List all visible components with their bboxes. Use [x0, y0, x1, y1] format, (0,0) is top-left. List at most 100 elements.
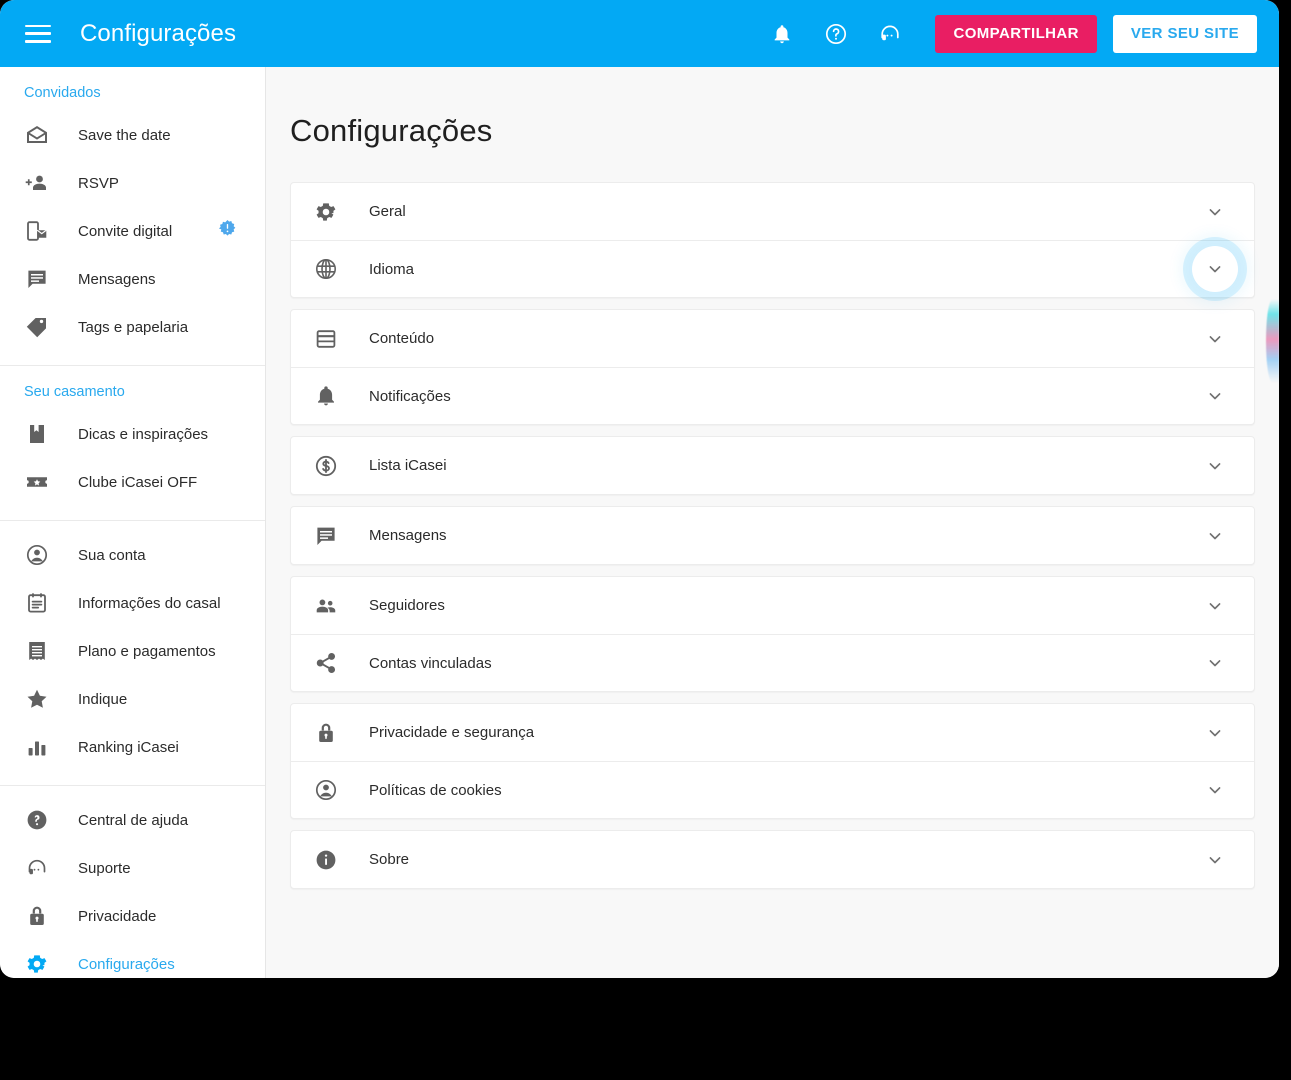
help-circle-icon[interactable]: [816, 14, 856, 54]
expand-privacidade-e-seguran-a-chevron-down-icon[interactable]: [1204, 722, 1226, 744]
settings-row-privacidade-e-seguran-a[interactable]: Privacidade e segurança: [291, 704, 1254, 761]
sidebar: Convidados Save the date RSVP Convite digit…: [0, 67, 266, 978]
settings-row-conte-do[interactable]: Conteúdo: [291, 310, 1254, 367]
share-button[interactable]: COMPARTILHAR: [935, 14, 1097, 53]
hamburger-menu-icon[interactable]: [25, 24, 51, 43]
expand-idioma-chevron-down-icon[interactable]: [1192, 246, 1238, 292]
sidebar-item-label: Dicas e inspirações: [78, 425, 209, 443]
account-circle-icon: [24, 542, 50, 568]
receipt-icon: [24, 638, 50, 664]
expand-conte-do-chevron-down-icon[interactable]: [1204, 328, 1226, 350]
settings-row-idioma[interactable]: Idioma: [291, 240, 1254, 297]
sidebar-item-central-de-ajuda[interactable]: Central de ajuda: [0, 796, 265, 844]
sidebar-item-save-the-date[interactable]: Save the date: [0, 111, 265, 159]
sidebar-item-suporte[interactable]: Suporte: [0, 844, 265, 892]
sidebar-item-sua-conta[interactable]: Sua conta: [0, 531, 265, 579]
sidebar-item-indique[interactable]: Indique: [0, 675, 265, 723]
sidebar-item-mensagens[interactable]: Mensagens: [0, 255, 265, 303]
settings-row-label: Contas vinculadas: [369, 654, 492, 672]
view-site-button[interactable]: VER SEU SITE: [1112, 14, 1257, 53]
expand-geral-chevron-down-icon[interactable]: [1204, 201, 1226, 223]
contact-card-icon: [24, 590, 50, 616]
sidebar-group-2: Sua conta Informações do casal Plano e pag…: [0, 521, 265, 786]
sidebar-item-label: Save the date: [78, 126, 171, 144]
lock-icon: [24, 903, 50, 929]
sidebar-item-label: Sua conta: [78, 546, 146, 564]
account-circle-icon: [313, 777, 339, 803]
sidebar-item-label: Mensagens: [78, 270, 156, 288]
settings-card-list: Geral Idioma Conteúdo Notificações Lista iCa…: [290, 182, 1255, 889]
sidebar-group-3: Central de ajuda Suporte Privacidade Config…: [0, 786, 265, 978]
settings-card: Lista iCasei: [290, 436, 1255, 495]
sidebar-item-privacidade[interactable]: Privacidade: [0, 892, 265, 940]
settings-card: Conteúdo Notificações: [290, 309, 1255, 425]
bar-chart-icon: [24, 734, 50, 760]
main-content: Configurações Geral Idioma Conteúdo Notific…: [266, 67, 1279, 978]
share-nodes-icon: [313, 650, 339, 676]
notifications-bell-icon[interactable]: [762, 14, 802, 54]
lock-icon: [313, 720, 339, 746]
expand-notifica-es-chevron-down-icon[interactable]: [1204, 385, 1226, 407]
topbar-actions: COMPARTILHAR VER SEU SITE: [755, 14, 1279, 54]
settings-row-lista-icasei[interactable]: Lista iCasei: [291, 437, 1254, 494]
settings-row-label: Mensagens: [369, 527, 447, 544]
expand-lista-icasei-chevron-down-icon[interactable]: [1204, 455, 1226, 477]
settings-row-label: Privacidade e segurança: [369, 724, 535, 741]
settings-row-label: Seguidores: [369, 597, 445, 614]
sidebar-item-clube-icasei-off[interactable]: Clube iCasei OFF: [0, 458, 265, 506]
mobile-invite-icon: [24, 218, 50, 244]
settings-card: Geral Idioma: [290, 182, 1255, 298]
settings-row-label: Políticas de cookies: [369, 781, 502, 799]
expand-sobre-chevron-down-icon[interactable]: [1204, 849, 1226, 871]
web-layout-icon: [313, 326, 339, 352]
sidebar-item-label: Convite digital: [78, 222, 173, 240]
ticket-star-icon: [24, 469, 50, 495]
sidebar-item-tags-e-papelaria[interactable]: Tags e papelaria: [0, 303, 265, 351]
sidebar-item-label: Suporte: [78, 859, 131, 877]
top-app-bar: Configurações COMPARTILHAR VER SEU SITE: [0, 0, 1279, 67]
sidebar-heading: Seu casamento: [24, 384, 125, 400]
settings-card: Mensagens: [290, 506, 1255, 565]
person-add-icon: [24, 170, 50, 196]
sidebar-item-label: Plano e pagamentos: [78, 642, 216, 660]
sidebar-item-convite-digital[interactable]: Convite digital: [0, 207, 265, 255]
sidebar-item-informa-es-do-casal[interactable]: Informações do casal: [0, 579, 265, 627]
chat-bubble-icon: [313, 523, 339, 549]
app-title: Configurações: [80, 19, 237, 47]
money-circle-icon: [313, 453, 339, 479]
settings-row-label: Conteúdo: [369, 330, 435, 347]
expand-seguidores-chevron-down-icon[interactable]: [1204, 595, 1226, 617]
settings-row-geral[interactable]: Geral: [291, 183, 1254, 240]
sidebar-item-label: Informações do casal: [78, 594, 221, 612]
people-icon: [313, 593, 339, 619]
sidebar-item-ranking-icasei[interactable]: Ranking iCasei: [0, 723, 265, 771]
settings-row-mensagens[interactable]: Mensagens: [291, 507, 1254, 564]
expand-pol-ticas-de-cookies-chevron-down-icon[interactable]: [1204, 779, 1226, 801]
sidebar-item-label: Configurações: [78, 955, 175, 973]
sidebar-item-configura-es[interactable]: Configurações: [0, 940, 265, 978]
sidebar-item-label: Ranking iCasei: [78, 738, 179, 756]
gear-icon: [313, 199, 339, 225]
settings-row-contas-vinculadas[interactable]: Contas vinculadas: [291, 634, 1254, 691]
settings-row-label: Geral: [369, 203, 406, 220]
expand-mensagens-chevron-down-icon[interactable]: [1204, 525, 1226, 547]
page-title: Configurações: [290, 113, 493, 148]
sidebar-group-1: Seu casamento Dicas e inspirações Clube iC…: [0, 366, 265, 521]
support-headset-icon[interactable]: [870, 14, 910, 54]
star-icon: [24, 686, 50, 712]
settings-row-seguidores[interactable]: Seguidores: [291, 577, 1254, 634]
sidebar-group-0: Convidados Save the date RSVP Convite digit…: [0, 67, 265, 366]
settings-row-sobre[interactable]: Sobre: [291, 831, 1254, 888]
settings-row-label: Sobre: [369, 851, 410, 868]
edge-color-artifact: [1266, 299, 1279, 383]
bell-icon: [313, 383, 339, 409]
settings-row-label: Notificações: [369, 387, 451, 405]
settings-row-pol-ticas-de-cookies[interactable]: Políticas de cookies: [291, 761, 1254, 818]
sidebar-item-rsvp[interactable]: RSVP: [0, 159, 265, 207]
sidebar-item-label: Indique: [78, 690, 128, 708]
sidebar-item-dicas-e-inspira-es[interactable]: Dicas e inspirações: [0, 410, 265, 458]
settings-row-notifica-es[interactable]: Notificações: [291, 367, 1254, 424]
sidebar-item-plano-e-pagamentos[interactable]: Plano e pagamentos: [0, 627, 265, 675]
expand-contas-vinculadas-chevron-down-icon[interactable]: [1204, 652, 1226, 674]
mail-open-icon: [24, 122, 50, 148]
